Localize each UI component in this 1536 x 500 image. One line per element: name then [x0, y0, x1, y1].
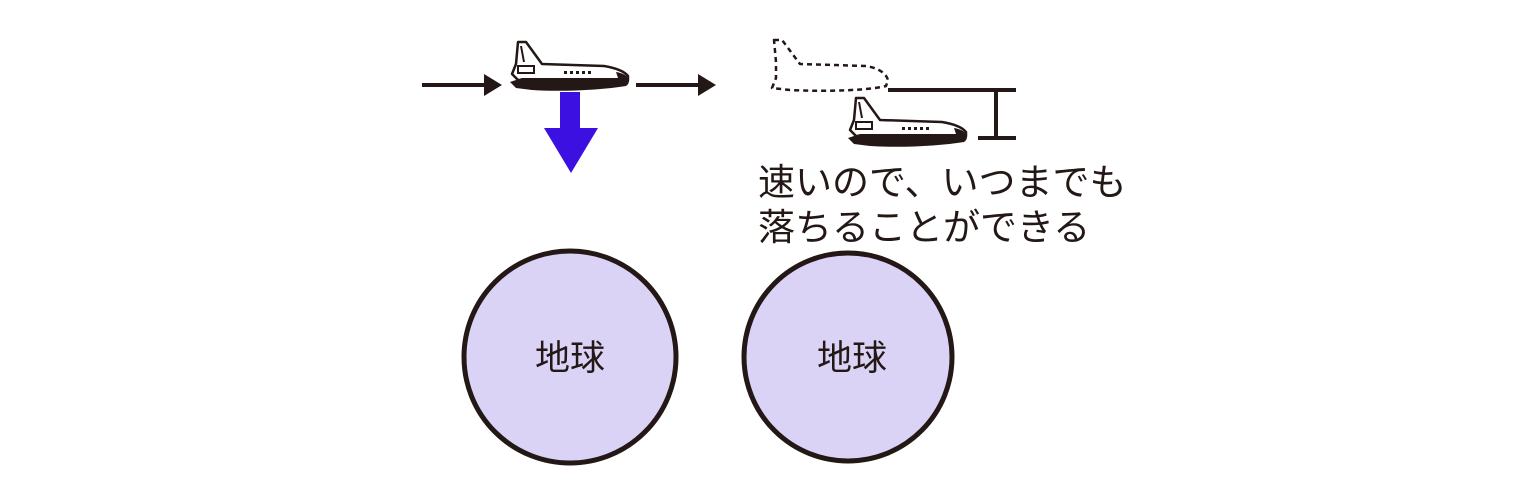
- caption-line-2: 落ちることができる: [758, 206, 1091, 249]
- dashed-shuttle-outline-icon: [770, 38, 890, 93]
- space-shuttle-icon: [508, 40, 631, 93]
- space-shuttle-icon: [846, 96, 969, 149]
- earth-label-right: 地球: [817, 339, 887, 379]
- velocity-arrow-in: [422, 74, 502, 96]
- caption-line-1: 速いので、いつまでも: [758, 161, 1127, 204]
- orbit-caption: 速いので、いつまでも 落ちることができる: [758, 160, 1127, 250]
- left-panel: 地球: [422, 40, 716, 466]
- earth-label-left: 地球: [535, 339, 605, 379]
- gravity-arrow: [544, 92, 598, 173]
- earth-left: 地球: [461, 248, 679, 466]
- velocity-arrow-out: [636, 74, 716, 96]
- right-panel: 地球: [741, 38, 1016, 464]
- orbit-diagram: 地球 地球: [422, 38, 1016, 466]
- earth-right: 地球: [741, 250, 955, 464]
